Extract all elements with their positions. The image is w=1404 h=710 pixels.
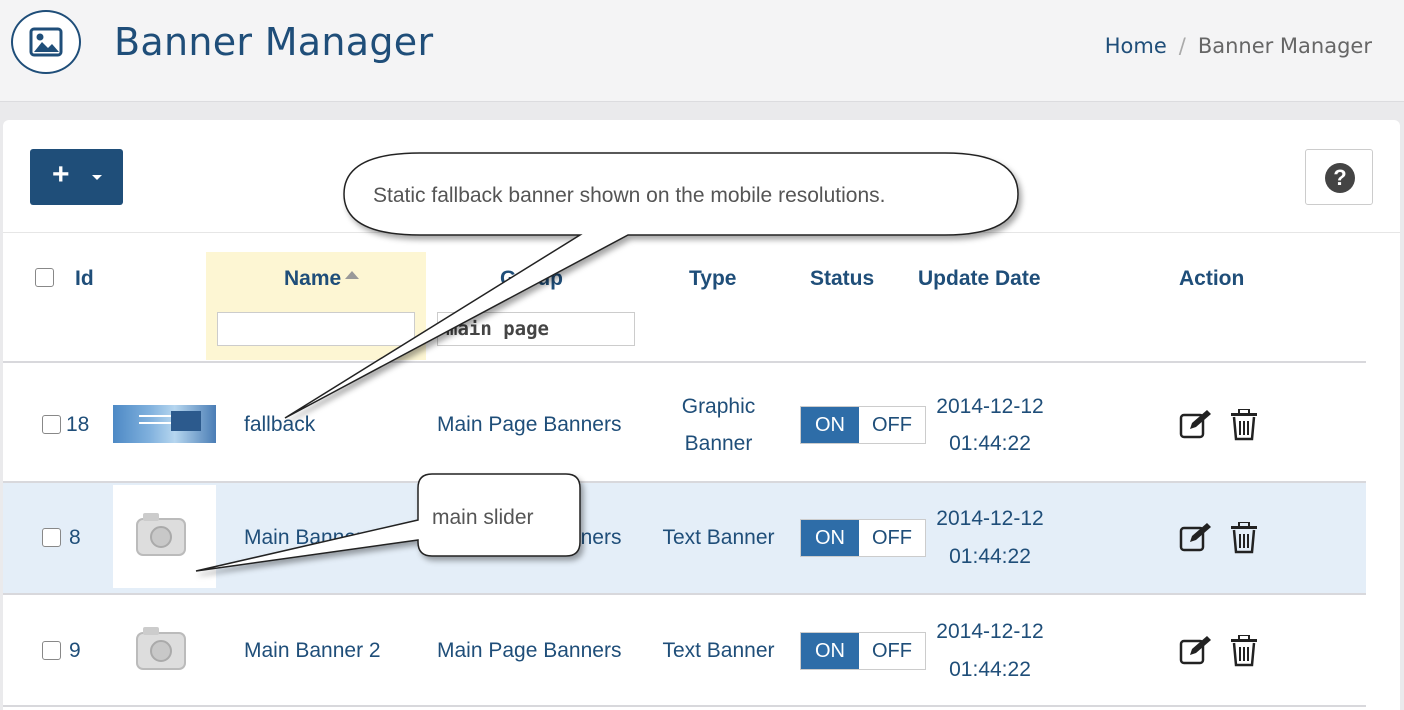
- column-header-name[interactable]: Name: [284, 267, 360, 291]
- row-group: Main Page Banners: [437, 639, 622, 662]
- row-type-line2: Banner: [684, 432, 753, 455]
- caret-down-icon: [92, 175, 102, 180]
- name-filter-input[interactable]: [217, 312, 415, 346]
- edit-icon[interactable]: [1178, 408, 1214, 440]
- row-type-line1: Graphic: [681, 395, 756, 418]
- trash-icon[interactable]: [1230, 635, 1258, 667]
- callout-slider-note: main slider: [432, 506, 534, 529]
- toggle-on[interactable]: ON: [801, 633, 859, 669]
- toolbar-divider: [3, 232, 1400, 233]
- column-header-group[interactable]: Group: [500, 267, 563, 291]
- row-name-link[interactable]: fallback: [244, 413, 315, 437]
- column-header-action: Action: [1179, 267, 1245, 290]
- row-checkbox[interactable]: [42, 528, 61, 547]
- column-header-status[interactable]: Status: [810, 267, 874, 291]
- page-title: Banner Manager: [114, 20, 434, 64]
- row-type: Text Banner: [662, 526, 775, 549]
- column-header-id[interactable]: Id: [75, 267, 94, 291]
- row-id: 8: [69, 526, 81, 549]
- select-all-checkbox[interactable]: [35, 268, 54, 287]
- row-date: 2014-12-12: [936, 395, 1044, 418]
- edit-icon[interactable]: [1178, 634, 1214, 666]
- add-dropdown-button[interactable]: +: [30, 149, 123, 205]
- banner-thumbnail[interactable]: [113, 605, 216, 695]
- thumbnail-line: [139, 422, 175, 424]
- image-icon: [11, 10, 81, 74]
- row-divider: [3, 705, 1366, 707]
- row-date: 2014-12-12: [936, 507, 1044, 530]
- row-group: Main Page Banners: [437, 413, 622, 436]
- status-toggle[interactable]: ON OFF: [800, 632, 926, 670]
- breadcrumb: Home / Banner Manager: [1105, 34, 1372, 58]
- column-header-name-label: Name: [284, 267, 342, 290]
- edit-icon[interactable]: [1178, 521, 1214, 553]
- trash-icon[interactable]: [1230, 522, 1258, 554]
- row-type: Text Banner: [662, 639, 775, 662]
- image-placeholder-icon: [136, 513, 186, 556]
- toggle-off[interactable]: OFF: [859, 407, 925, 443]
- help-button[interactable]: ?: [1305, 149, 1373, 205]
- breadcrumb-separator: /: [1178, 34, 1186, 58]
- breadcrumb-home-link[interactable]: Home: [1105, 34, 1167, 58]
- status-toggle[interactable]: ON OFF: [800, 406, 926, 444]
- row-date: 2014-12-12: [936, 620, 1044, 643]
- toggle-off[interactable]: OFF: [859, 520, 925, 556]
- toggle-off[interactable]: OFF: [859, 633, 925, 669]
- row-checkbox[interactable]: [42, 641, 61, 660]
- trash-icon[interactable]: [1230, 409, 1258, 441]
- thumbnail-screen: [171, 411, 201, 431]
- row-checkbox[interactable]: [42, 415, 61, 434]
- row-name-link[interactable]: Main Banner 2: [244, 639, 381, 663]
- toggle-on[interactable]: ON: [801, 407, 859, 443]
- callout-fallback-note: Static fallback banner shown on the mobi…: [373, 184, 886, 207]
- banner-thumbnail[interactable]: [113, 405, 216, 443]
- row-id: 18: [66, 413, 90, 436]
- row-time: 01:44:22: [949, 658, 1031, 681]
- row-time: 01:44:22: [949, 432, 1031, 455]
- page-header: Banner Manager Home / Banner Manager: [0, 0, 1404, 102]
- row-time: 01:44:22: [949, 545, 1031, 568]
- status-toggle[interactable]: ON OFF: [800, 519, 926, 557]
- column-header-update-date[interactable]: Update Date: [918, 267, 1041, 291]
- column-header-type[interactable]: Type: [689, 267, 736, 291]
- sort-up-icon: [345, 271, 360, 280]
- plus-icon: +: [52, 158, 70, 191]
- banner-thumbnail[interactable]: [113, 485, 216, 588]
- toggle-on[interactable]: ON: [801, 520, 859, 556]
- breadcrumb-current: Banner Manager: [1197, 34, 1372, 58]
- group-filter-input[interactable]: main page: [437, 312, 635, 346]
- row-name-link[interactable]: Main Banner 1: [244, 526, 381, 550]
- row-id: 9: [69, 639, 81, 662]
- image-placeholder-icon: [136, 627, 186, 670]
- question-icon: ?: [1325, 163, 1355, 193]
